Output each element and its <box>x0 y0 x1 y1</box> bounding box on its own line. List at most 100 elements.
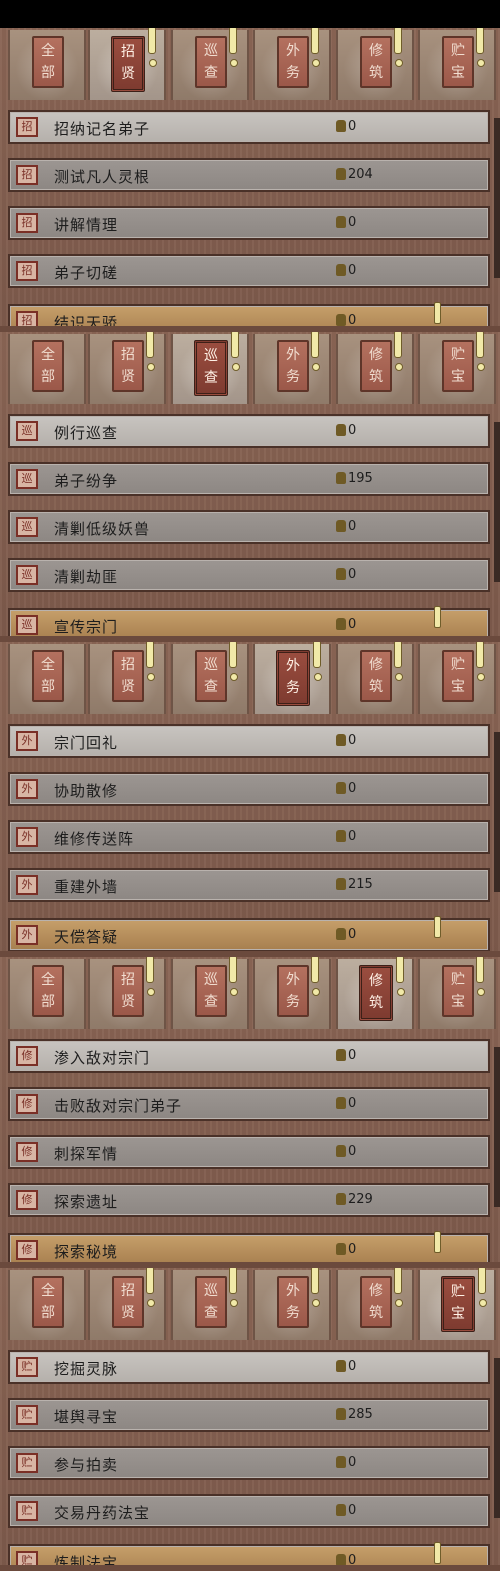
task-row[interactable]: 修击败敌对宗门弟子 0 <box>8 1087 490 1121</box>
tab-cultivate[interactable]: 修筑 <box>336 332 414 404</box>
task-title: 击败敌对宗门弟子 <box>54 1097 183 1115</box>
task-row[interactable]: 贮炼制法宝 0 <box>8 1542 490 1571</box>
tab-label-char: 查 <box>204 65 218 81</box>
task-count: 0 <box>336 1144 356 1159</box>
tab-cultivate[interactable]: 修筑 <box>336 28 414 100</box>
notification-exclamation-icon <box>313 642 322 681</box>
task-row[interactable]: 贮交易丹药法宝 0 <box>8 1494 490 1528</box>
tab-patrol[interactable]: 巡查 <box>171 957 249 1029</box>
task-row[interactable]: 招招纳记名弟子 0 <box>8 110 490 144</box>
task-row[interactable]: 外协助散修 0 <box>8 772 490 806</box>
task-seal-icon: 贮 <box>16 1501 38 1521</box>
task-row[interactable]: 外重建外墙 215 <box>8 868 490 902</box>
task-seal-icon: 贮 <box>16 1357 38 1377</box>
tab-treasure[interactable]: 贮宝 <box>418 1268 496 1340</box>
tab-treasure[interactable]: 贮宝 <box>418 332 496 404</box>
tab-recruit[interactable]: 招贤 <box>88 332 166 404</box>
scrollbar[interactable] <box>494 1047 500 1207</box>
notification-exclamation-icon <box>476 332 485 371</box>
tab-diplomacy[interactable]: 外务 <box>253 332 331 404</box>
notification-exclamation-icon <box>231 332 240 371</box>
tab-all[interactable]: 全部 <box>8 30 86 100</box>
task-panel-cultivate: 全部招贤巡查外务修筑贮宝修渗入敌对宗门 0 修击败敌对宗门弟子 0 修刺探军情 0 修探索遗… <box>0 957 500 1268</box>
tab-diplomacy[interactable]: 外务 <box>253 1268 331 1340</box>
task-row[interactable]: 招弟子切磋 0 <box>8 254 490 288</box>
tab-all[interactable]: 全部 <box>8 644 86 714</box>
tab-diplomacy[interactable]: 外务 <box>253 642 331 714</box>
tab-cultivate[interactable]: 修筑 <box>336 957 414 1029</box>
tab-patrol[interactable]: 巡查 <box>171 332 249 404</box>
tab-all[interactable]: 全部 <box>8 959 86 1029</box>
task-row[interactable]: 巡宣传宗门 0 <box>8 606 490 642</box>
tab-label-char: 贤 <box>121 1305 135 1321</box>
tab-label: 贮宝 <box>441 1276 475 1332</box>
tab-all[interactable]: 全部 <box>8 334 86 404</box>
task-row[interactable]: 修探索遗址 229 <box>8 1183 490 1217</box>
category-tab-bar: 全部招贤巡查外务修筑贮宝 <box>0 332 500 406</box>
scrollbar[interactable] <box>494 1358 500 1518</box>
tab-treasure[interactable]: 贮宝 <box>418 28 496 100</box>
task-count-value: 0 <box>348 1553 357 1568</box>
tab-label: 外务 <box>277 340 309 392</box>
task-count: 195 <box>336 471 373 486</box>
tab-treasure[interactable]: 贮宝 <box>418 957 496 1029</box>
tab-recruit[interactable]: 招贤 <box>88 28 166 100</box>
tab-patrol[interactable]: 巡查 <box>171 642 249 714</box>
tab-label-char: 贮 <box>451 43 465 59</box>
task-row[interactable]: 修刺探军情 0 <box>8 1135 490 1169</box>
task-row[interactable]: 贮参与拍卖 0 <box>8 1446 490 1480</box>
tab-diplomacy[interactable]: 外务 <box>253 957 331 1029</box>
task-row[interactable]: 巡清剿劫匪 0 <box>8 558 490 592</box>
incense-pot-icon <box>336 1145 346 1157</box>
task-count-value: 0 <box>348 313 357 328</box>
task-row[interactable]: 修渗入敌对宗门 0 <box>8 1039 490 1073</box>
tab-all[interactable]: 全部 <box>8 1270 86 1340</box>
incense-pot-icon <box>336 878 346 890</box>
scrollbar[interactable] <box>494 422 500 582</box>
tab-label: 贮宝 <box>442 36 474 88</box>
tab-patrol[interactable]: 巡查 <box>171 1268 249 1340</box>
tab-label-char: 全 <box>41 347 55 363</box>
tab-diplomacy[interactable]: 外务 <box>253 28 331 100</box>
tab-patrol[interactable]: 巡查 <box>171 28 249 100</box>
task-count: 0 <box>336 829 356 844</box>
task-row[interactable]: 招讲解情理 0 <box>8 206 490 240</box>
task-row[interactable]: 招测试凡人灵根 204 <box>8 158 490 192</box>
tab-label-char: 宝 <box>451 369 465 385</box>
task-row[interactable]: 贮堪舆寻宝 285 <box>8 1398 490 1432</box>
tab-recruit[interactable]: 招贤 <box>88 642 166 714</box>
task-count-value: 0 <box>348 1096 357 1111</box>
task-row[interactable]: 外天偿答疑 0 <box>8 916 490 952</box>
tab-label-char: 筑 <box>369 995 383 1011</box>
task-row[interactable]: 贮挖掘灵脉 0 <box>8 1350 490 1384</box>
notification-exclamation-icon <box>311 28 320 67</box>
category-tab-bar: 全部招贤巡查外务修筑贮宝 <box>0 957 500 1031</box>
tab-label-char: 宝 <box>451 65 465 81</box>
notification-exclamation-icon <box>146 957 155 996</box>
task-row[interactable]: 外维修传送阵 0 <box>8 820 490 854</box>
task-row[interactable]: 外宗门回礼 0 <box>8 724 490 758</box>
task-row[interactable]: 巡弟子纷争 195 <box>8 462 490 496</box>
task-count-value: 204 <box>348 167 373 182</box>
task-row[interactable]: 巡清剿低级妖兽 0 <box>8 510 490 544</box>
task-row[interactable]: 修探索秘境 0 <box>8 1231 490 1267</box>
notification-exclamation-icon <box>476 28 485 67</box>
tab-cultivate[interactable]: 修筑 <box>336 1268 414 1340</box>
tab-recruit[interactable]: 招贤 <box>88 957 166 1029</box>
tab-label-char: 部 <box>41 994 55 1010</box>
tab-label-char: 全 <box>41 657 55 673</box>
scrollbar[interactable] <box>494 118 500 278</box>
task-row[interactable]: 招结识天骄 0 <box>8 302 490 332</box>
app-root: 全部招贤巡查外务修筑贮宝招招纳记名弟子 0 招测试凡人灵根 204 招讲解情理 0 招弟子切… <box>0 0 500 1571</box>
tab-treasure[interactable]: 贮宝 <box>418 642 496 714</box>
tab-cultivate[interactable]: 修筑 <box>336 642 414 714</box>
tab-label: 修筑 <box>359 965 393 1021</box>
task-title: 结识天骄 <box>54 314 119 332</box>
scrollbar[interactable] <box>494 732 500 892</box>
tab-recruit[interactable]: 招贤 <box>88 1268 166 1340</box>
tab-label-char: 务 <box>286 65 300 81</box>
task-count: 0 <box>336 617 356 632</box>
tab-label-char: 修 <box>369 43 383 59</box>
task-row[interactable]: 巡例行巡查 0 <box>8 414 490 448</box>
tab-label-char: 宝 <box>451 679 465 695</box>
